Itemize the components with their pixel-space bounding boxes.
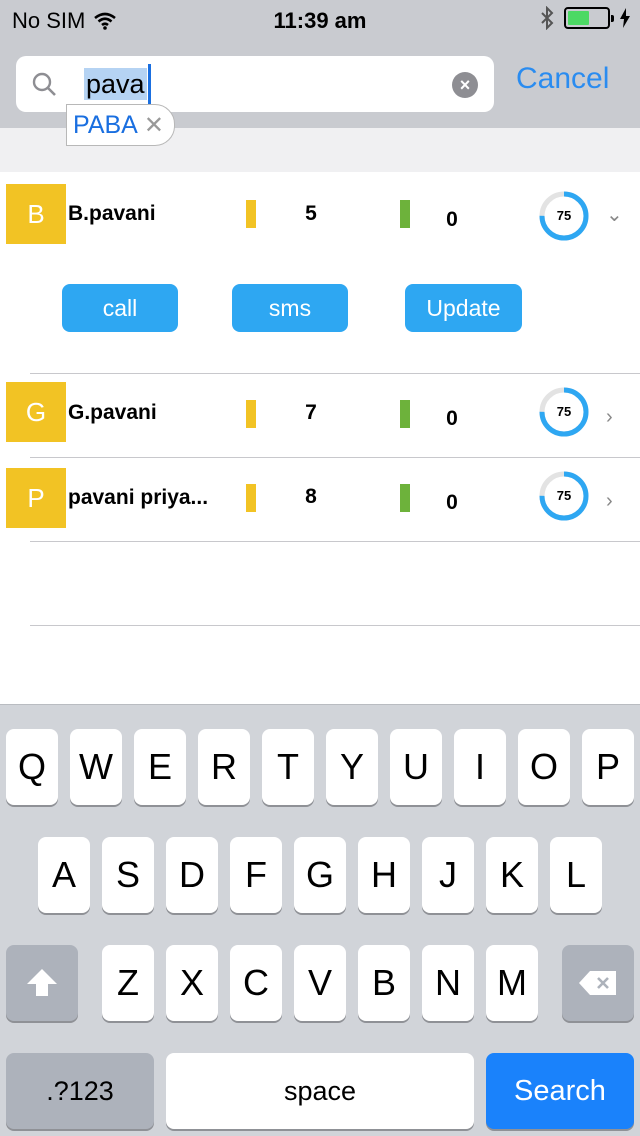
text-cursor	[148, 64, 151, 104]
dismiss-autocorrect-icon[interactable]: ✕	[144, 111, 164, 140]
yellow-indicator	[246, 200, 256, 228]
key-r[interactable]: R	[198, 729, 250, 805]
contact-row[interactable]: G G.pavani 7 0 75 ›	[0, 374, 640, 458]
numbers-key[interactable]: .?123	[6, 1053, 154, 1129]
contact-row[interactable]: B B.pavani 5 0 75 ⌄	[0, 182, 640, 372]
progress-value: 75	[556, 488, 572, 503]
green-count: 0	[446, 491, 458, 514]
green-count: 0	[446, 407, 458, 430]
key-u[interactable]: U	[390, 729, 442, 805]
key-m[interactable]: M	[486, 945, 538, 1021]
progress-ring: 75	[538, 386, 590, 438]
progress-ring: 75	[538, 190, 590, 242]
chevron-down-icon[interactable]: ⌄	[606, 202, 623, 227]
green-indicator	[400, 400, 410, 428]
key-v[interactable]: V	[294, 945, 346, 1021]
keyboard: Q W E R T Y U I O P A S D F G H J K L Z …	[0, 704, 640, 1136]
contact-row[interactable]: P pavani priya... 8 0 75 ›	[0, 458, 640, 542]
yellow-indicator	[246, 484, 256, 512]
key-c[interactable]: C	[230, 945, 282, 1021]
clear-search-icon[interactable]: ×	[452, 72, 478, 98]
shift-key[interactable]	[6, 945, 78, 1021]
key-k[interactable]: K	[486, 837, 538, 913]
key-b[interactable]: B	[358, 945, 410, 1021]
search-key[interactable]: Search	[486, 1053, 634, 1129]
autocorrect-bubble[interactable]: PABA ✕	[66, 104, 175, 146]
delete-key[interactable]	[562, 945, 634, 1021]
green-indicator	[400, 484, 410, 512]
sms-button[interactable]: sms	[232, 284, 348, 332]
update-button[interactable]: Update	[405, 284, 522, 332]
key-z[interactable]: Z	[102, 945, 154, 1021]
cancel-button[interactable]: Cancel	[516, 62, 609, 96]
key-i[interactable]: I	[454, 729, 506, 805]
key-n[interactable]: N	[422, 945, 474, 1021]
yellow-indicator	[246, 400, 256, 428]
contact-name: G.pavani	[68, 401, 157, 424]
key-l[interactable]: L	[550, 837, 602, 913]
avatar: B	[6, 184, 66, 244]
key-w[interactable]: W	[70, 729, 122, 805]
shift-icon	[27, 969, 57, 996]
status-right	[540, 6, 630, 30]
key-p[interactable]: P	[582, 729, 634, 805]
key-y[interactable]: Y	[326, 729, 378, 805]
progress-value: 75	[556, 208, 572, 223]
key-g[interactable]: G	[294, 837, 346, 913]
bluetooth-icon	[541, 6, 554, 30]
key-e[interactable]: E	[134, 729, 186, 805]
search-icon	[32, 72, 56, 96]
progress-value: 75	[556, 404, 572, 419]
key-s[interactable]: S	[102, 837, 154, 913]
key-a[interactable]: A	[38, 837, 90, 913]
battery-icon	[564, 7, 614, 29]
avatar: G	[6, 382, 66, 442]
autocorrect-suggestion[interactable]: PABA	[73, 111, 138, 140]
key-j[interactable]: J	[422, 837, 474, 913]
key-q[interactable]: Q	[6, 729, 58, 805]
avatar: P	[6, 468, 66, 528]
key-d[interactable]: D	[166, 837, 218, 913]
search-input[interactable]: pava	[84, 68, 147, 100]
chevron-right-icon[interactable]: ›	[606, 490, 613, 513]
contact-name: pavani priya...	[68, 486, 209, 509]
yellow-count: 7	[305, 401, 317, 424]
contact-name: B.pavani	[68, 202, 156, 225]
key-x[interactable]: X	[166, 945, 218, 1021]
backspace-icon	[579, 971, 616, 995]
call-button[interactable]: call	[62, 284, 178, 332]
yellow-count: 5	[305, 202, 317, 225]
charging-icon	[620, 8, 630, 28]
divider	[30, 625, 640, 626]
key-o[interactable]: O	[518, 729, 570, 805]
divider	[30, 541, 640, 542]
yellow-count: 8	[305, 485, 317, 508]
green-count: 0	[446, 208, 458, 231]
space-key[interactable]: space	[166, 1053, 474, 1129]
status-bar: No SIM 11:39 am	[0, 0, 640, 40]
chevron-right-icon[interactable]: ›	[606, 406, 613, 429]
progress-ring: 75	[538, 470, 590, 522]
battery-level	[568, 11, 589, 25]
key-h[interactable]: H	[358, 837, 410, 913]
key-f[interactable]: F	[230, 837, 282, 913]
key-t[interactable]: T	[262, 729, 314, 805]
green-indicator	[400, 200, 410, 228]
